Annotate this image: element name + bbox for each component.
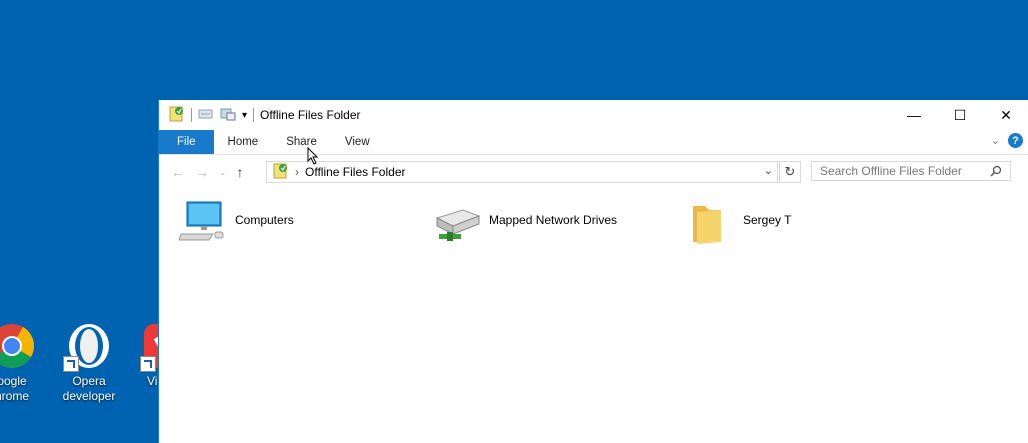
separator [191,108,192,122]
item-label: Computers [235,213,294,227]
window-title: Offline Files Folder [260,108,361,122]
close-button[interactable]: ✕ [983,100,1028,130]
folder-icon [687,198,735,246]
search-input[interactable]: Search Offline Files Folder [811,161,1011,181]
refresh-icon: ↻ [784,164,796,179]
up-arrow-icon[interactable]: ↑ [237,164,244,180]
network-drive-icon [433,198,481,246]
expand-ribbon-icon[interactable]: ⌄ [991,134,1000,147]
rename-icon[interactable] [220,107,236,124]
list-item-computers[interactable]: Computers [178,198,294,246]
maximize-icon: ☐ [953,106,967,123]
desktop-icon-label: hrome [0,389,29,403]
offline-folder-icon [273,163,289,182]
help-icon[interactable]: ? [1008,133,1023,148]
address-bar[interactable]: › Offline Files Folder ⌄ [266,161,778,183]
desktop-icon-opera-developer[interactable]: Opera developer [51,322,127,404]
refresh-button[interactable]: ↻ [779,161,801,183]
maximize-button[interactable]: ☐ [937,100,983,130]
opera-icon [63,322,113,372]
desktop-icon-label: oogle [0,374,27,388]
breadcrumb-item[interactable]: Offline Files Folder [305,165,405,179]
address-dropdown-icon[interactable]: ⌄ [764,164,773,177]
back-arrow-icon[interactable]: ← [171,164,185,180]
shortcut-arrow-icon [63,356,79,372]
navigation-bar: ← → ⌄ ↑ › Offline Files Folder ⌄ ↻ Searc… [159,155,1028,189]
separator [253,108,255,122]
properties-icon[interactable] [198,107,214,124]
qat-dropdown-icon[interactable]: ▾ [242,110,247,121]
minimize-icon: — [907,107,921,123]
breadcrumb-separator[interactable]: › [295,165,299,179]
search-icon [990,165,1002,180]
item-label: Mapped Network Drives [489,213,618,227]
offline-folder-icon [169,106,185,125]
desktop-icon-label: Opera [72,374,106,388]
explorer-window: ▾ Offline Files Folder — ☐ ✕ File Home S… [158,100,1028,443]
shortcut-arrow-icon [140,356,156,372]
list-item-sergey-t[interactable]: Sergey T [687,198,791,246]
minimize-button[interactable]: — [891,100,937,130]
tab-file[interactable]: File [159,130,214,154]
computer-icon [178,198,227,246]
title-bar[interactable]: ▾ Offline Files Folder — ☐ ✕ [159,100,1028,130]
tab-home[interactable]: Home [214,130,273,154]
forward-arrow-icon[interactable]: → [195,164,209,180]
item-label: Sergey T [743,213,792,227]
recent-locations-icon[interactable]: ⌄ [219,167,227,178]
mouse-cursor [307,146,319,168]
quick-access-toolbar: ▾ [159,106,255,125]
chrome-icon [0,322,36,370]
search-placeholder: Search Offline Files Folder [820,164,962,178]
file-list: Computers Mapped Network Drives Sergey T [159,190,1028,443]
close-icon: ✕ [1000,106,1012,123]
list-item-mapped-network-drives[interactable]: Mapped Network Drives [433,198,617,246]
ribbon-tabs: File Home Share View ⌄ ? [159,130,1028,155]
tab-share[interactable]: Share [272,130,331,154]
desktop-icon-chrome[interactable]: oogle hrome [0,322,50,404]
desktop-icon-label: developer [62,389,116,403]
tab-view[interactable]: View [331,130,384,154]
